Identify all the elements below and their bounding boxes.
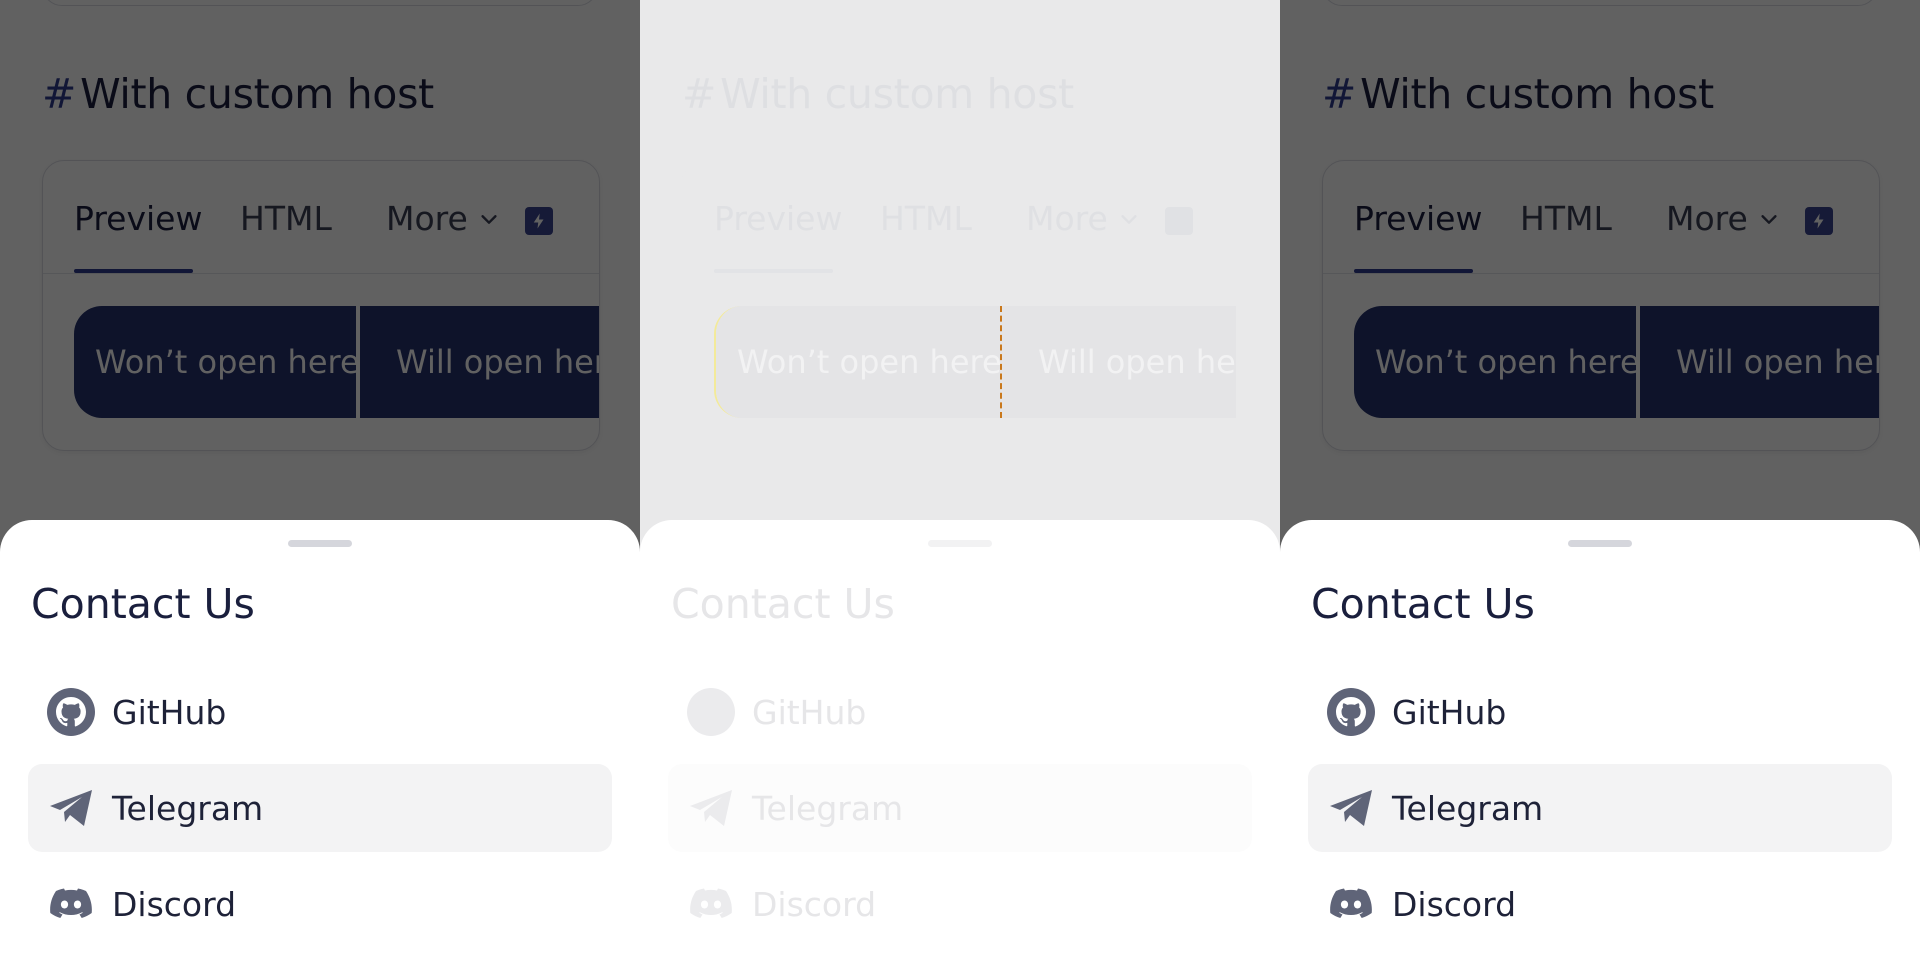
menu-item-github[interactable]: GitHub [1308, 668, 1892, 756]
menu-item-telegram[interactable]: Telegram [28, 764, 612, 852]
telegram-icon [1330, 790, 1372, 826]
sheet-title: Contact Us [31, 580, 255, 628]
discord-icon [1330, 888, 1372, 918]
discord-icon [690, 888, 732, 918]
panel-left: #With custom host Preview HTML More Won’… [0, 0, 640, 960]
menu-item-label: GitHub [1392, 692, 1507, 732]
menu-item-telegram[interactable]: Telegram [1308, 764, 1892, 852]
menu-item-discord[interactable]: Discord [668, 860, 1252, 948]
telegram-icon [50, 790, 92, 826]
menu-item-label: Telegram [1392, 788, 1544, 828]
menu-item-label: Discord [112, 884, 237, 924]
discord-icon [50, 888, 92, 918]
bottom-sheet: Contact Us GitHub Telegram Discord [1280, 520, 1920, 960]
panel-middle: #With custom host Preview HTML More Won’… [640, 0, 1280, 960]
sheet-title: Contact Us [1311, 580, 1535, 628]
panel-right: #With custom host Preview HTML More Won’… [1280, 0, 1920, 960]
sheet-drag-handle[interactable] [1568, 540, 1632, 547]
menu-item-discord[interactable]: Discord [1308, 860, 1892, 948]
menu-item-label: GitHub [112, 692, 227, 732]
bottom-sheet: Contact Us GitHub Telegram Discord [640, 520, 1280, 960]
menu-item-label: Discord [752, 884, 877, 924]
menu-item-github[interactable]: GitHub [28, 668, 612, 756]
menu-item-label: Telegram [112, 788, 264, 828]
menu-item-github[interactable]: GitHub [668, 668, 1252, 756]
sheet-title: Contact Us [671, 580, 895, 628]
github-icon [1327, 688, 1375, 736]
bottom-sheet: Contact Us GitHub Telegram Discord [0, 520, 640, 960]
github-icon [47, 688, 95, 736]
github-icon [687, 688, 735, 736]
menu-item-label: Telegram [752, 788, 904, 828]
sheet-drag-handle[interactable] [928, 540, 992, 547]
menu-item-telegram[interactable]: Telegram [668, 764, 1252, 852]
sheet-drag-handle[interactable] [288, 540, 352, 547]
menu-item-label: GitHub [752, 692, 867, 732]
menu-item-discord[interactable]: Discord [28, 860, 612, 948]
telegram-icon [690, 790, 732, 826]
menu-item-label: Discord [1392, 884, 1517, 924]
